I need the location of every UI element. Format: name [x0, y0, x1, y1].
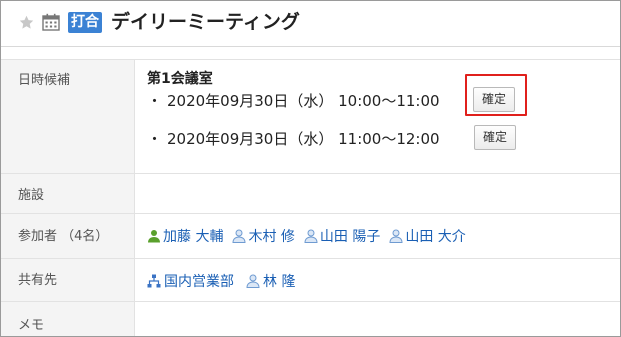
- calendar-icon: [42, 13, 60, 31]
- facility-row: 施設: [1, 173, 620, 213]
- participant-list: 加藤 大輔 木村 修 山田 陽子 山田 大介: [147, 226, 475, 246]
- title-bar: 打合 デイリーミーティング: [1, 1, 620, 45]
- appointment-detail-panel: 打合 デイリーミーティング 日時候補 第1会議室 ・ 2020年09月30日（水）…: [0, 0, 621, 337]
- user-icon: [304, 229, 318, 243]
- share-name: 林 隆: [263, 274, 296, 290]
- candidate-datetime-row: 日時候補 第1会議室 ・ 2020年09月30日（水） 10:00～11:00 確…: [1, 59, 620, 173]
- share-row: 共有先 国内営業部 林 隆: [1, 258, 620, 301]
- candidate-item: ・ 2020年09月30日（水） 11:00～12:00: [147, 128, 440, 149]
- user-icon: [148, 230, 160, 243]
- share-label: 共有先: [18, 273, 58, 288]
- confirm-button[interactable]: 確定: [474, 125, 517, 150]
- facility-label: 施設: [18, 188, 45, 203]
- share-name: 国内営業部: [164, 274, 234, 290]
- candidate-datetime: 2020年09月30日（水） 11:00～12:00: [167, 130, 440, 148]
- participant-name: 木村 修: [248, 229, 295, 245]
- share-link[interactable]: 国内営業部: [147, 271, 234, 291]
- event-type-badge: 打合: [68, 12, 102, 33]
- label-cell: 施設: [1, 174, 135, 213]
- facility-name: 第1会議室: [147, 71, 213, 87]
- participant-link[interactable]: 山田 陽子: [304, 226, 380, 246]
- divider: [1, 46, 620, 47]
- bullet: ・: [147, 130, 163, 148]
- participant-link[interactable]: 山田 大介: [389, 226, 466, 246]
- confirm-button[interactable]: 確定: [473, 87, 516, 112]
- label-cell: 共有先: [1, 259, 135, 301]
- participants-row: 参加者 （4名） 加藤 大輔 木村 修 山田 陽子 山田 大介: [1, 213, 620, 258]
- candidate-item: ・ 2020年09月30日（水） 10:00～11:00: [147, 90, 440, 111]
- memo-label: メモ: [18, 318, 45, 333]
- candidate-datetime: 2020年09月30日（水） 10:00～11:00: [167, 92, 440, 110]
- share-list: 国内営業部 林 隆: [147, 271, 307, 291]
- participants-label: 参加者 （4名）: [18, 229, 109, 244]
- user-icon: [389, 229, 403, 243]
- participant-name: 山田 陽子: [319, 229, 381, 245]
- organization-icon: [147, 274, 161, 288]
- page-title: デイリーミーティング: [111, 11, 300, 33]
- bullet: ・: [147, 92, 163, 110]
- candidates-label: 日時候補: [18, 73, 71, 88]
- share-link[interactable]: 林 隆: [246, 271, 295, 291]
- label-cell: 参加者 （4名）: [1, 214, 135, 258]
- participant-name: 山田 大介: [405, 229, 466, 245]
- participant-name: 加藤 大輔: [163, 229, 224, 245]
- label-cell: 日時候補: [1, 60, 135, 173]
- participant-link[interactable]: 木村 修: [232, 226, 295, 246]
- participant-link[interactable]: 加藤 大輔: [147, 226, 223, 246]
- memo-row: メモ: [1, 301, 620, 336]
- user-icon: [232, 229, 246, 243]
- label-cell: メモ: [1, 302, 135, 336]
- star-icon[interactable]: [18, 14, 35, 31]
- user-icon: [246, 274, 260, 288]
